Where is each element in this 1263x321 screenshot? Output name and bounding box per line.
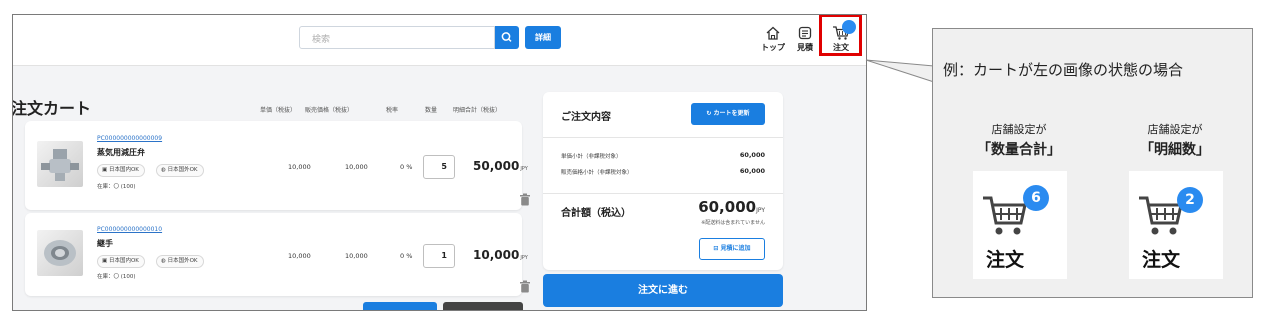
bottom-button-primary[interactable] [363, 302, 437, 310]
tag-domestic: ▣ 日本国内OK [97, 255, 145, 268]
cart-icon [983, 196, 1027, 235]
tag-overseas-label: 日本国外OK [167, 167, 198, 173]
cart-count-badge: 2 [1177, 187, 1203, 213]
tax-rate: 0 % [400, 163, 413, 171]
highlight-box [819, 15, 862, 56]
explanation-callout: 例：カートが左の画像の状態の場合 店舗設定が 「数量合計」 店舗設定が 「明細数… [932, 28, 1253, 298]
unit-price: 10,000 [288, 163, 311, 171]
bottom-button-secondary[interactable] [443, 302, 523, 310]
header: 検索 詳細 トップ 見積 注文 [13, 15, 866, 65]
tag-domestic-label: 日本国内OK [108, 258, 139, 264]
stock-status: 在庫：〇 (100) [97, 274, 136, 280]
sale-price: 10,000 [345, 163, 368, 171]
setting-label: 店舗設定が [1147, 123, 1203, 136]
flag-icon: ▣ [102, 167, 109, 173]
quote-icon: ⊟ [713, 245, 721, 252]
nav-top-label: トップ [761, 43, 785, 52]
search-icon [501, 32, 512, 42]
shipping-note: ※配送料は含まれていません [701, 220, 765, 226]
search-input[interactable]: 検索 [299, 26, 495, 49]
add-to-quote-button[interactable]: ⊟ 見積に追加 [699, 238, 765, 260]
product-image [37, 230, 83, 276]
callout-pointer [865, 59, 935, 83]
subtotal-sale-label: 販売価格小計（非課税対象） [561, 170, 633, 176]
cart-count-badge: 6 [1023, 185, 1049, 211]
col-header-tax-rate: 税率 [386, 107, 399, 114]
setting-value: 「明細数」 [1140, 142, 1210, 158]
product-code-link[interactable]: PC000000000000010 [97, 226, 162, 233]
nav-quote[interactable]: 見積 [789, 25, 821, 53]
col-header-sale-price: 販売価格（税抜） [305, 107, 354, 114]
cart-badge-example-quantity: 6 注文 [973, 171, 1067, 279]
product-name: 継手 [97, 239, 113, 248]
col-header-unit-price: 単価（税抜） [260, 107, 297, 114]
setting-label: 店舗設定が [991, 123, 1047, 136]
summary-title: ご注文内容 [561, 112, 611, 123]
flag-icon: ▣ [102, 258, 109, 264]
product-image [37, 141, 83, 187]
tax-rate: 0 % [400, 252, 413, 260]
line-total: 50,000JPY [473, 159, 528, 173]
order-label: 注文 [986, 249, 1025, 271]
search-button[interactable] [495, 26, 519, 49]
setting-quantity-total: 店舗設定が 「数量合計」 [959, 121, 1079, 159]
order-label: 注文 [1142, 249, 1181, 271]
page-title: 注文カート [12, 99, 92, 118]
total-currency: JPY [756, 207, 765, 214]
tag-domestic-label: 日本国内OK [108, 167, 139, 173]
currency-label: JPY [520, 166, 528, 172]
tag-overseas-label: 日本国外OK [167, 258, 198, 264]
setting-line-count: 店舗設定が 「明細数」 [1115, 121, 1235, 159]
total-amount: 60,000JPY [698, 198, 765, 216]
unit-price: 10,000 [288, 252, 311, 260]
refresh-icon: ↻ [706, 110, 714, 117]
tag-overseas: ◍ 日本国外OK [156, 164, 204, 177]
currency-label: JPY [520, 255, 528, 261]
line-total-value: 50,000 [473, 159, 520, 173]
setting-value: 「数量合計」 [977, 142, 1061, 158]
cart-screenshot: 検索 詳細 トップ 見積 注文 注文カート 単価（税抜） 販売価格（税抜） 税率… [12, 14, 867, 311]
subtotal-unit-label: 単価小計（非課税対象） [561, 154, 622, 160]
advanced-search-button[interactable]: 詳細 [525, 26, 561, 49]
subtotal-unit-value: 60,000 [739, 151, 765, 159]
sale-price: 10,000 [345, 252, 368, 260]
tag-domestic: ▣ 日本国内OK [97, 164, 145, 177]
cart-badge-example-lines: 2 注文 [1129, 171, 1223, 279]
quote-icon [798, 26, 812, 40]
quantity-input[interactable]: 5 [423, 155, 455, 179]
line-total-value: 10,000 [473, 248, 520, 262]
trash-icon[interactable] [519, 193, 531, 206]
trash-icon[interactable] [519, 280, 531, 293]
product-code-link[interactable]: PC000000000000009 [97, 135, 162, 142]
add-to-quote-label: 見積に追加 [720, 245, 751, 252]
cart-item-card: PC000000000000010 継手 ▣ 日本国内OK ◍ 日本国外OK 在… [25, 213, 530, 296]
cart-item-card: PC000000000000009 蒸気用減圧弁 ▣ 日本国内OK ◍ 日本国外… [25, 121, 530, 210]
col-header-quantity: 数量 [425, 107, 438, 114]
col-header-line-total: 明細合計（税抜） [453, 107, 502, 114]
refresh-cart-button[interactable]: ↻ カートを更新 [691, 103, 765, 125]
total-label: 合計額（税込） [561, 208, 631, 219]
callout-heading: 例：カートが左の画像の状態の場合 [943, 61, 1184, 79]
tag-overseas: ◍ 日本国外OK [156, 255, 204, 268]
nav-quote-label: 見積 [797, 43, 813, 52]
home-icon [766, 26, 780, 40]
divider [543, 137, 783, 138]
stock-status: 在庫：〇 (100) [97, 184, 136, 190]
total-value: 60,000 [698, 198, 757, 216]
nav-top[interactable]: トップ [757, 25, 789, 53]
subtotal-sale-value: 60,000 [739, 167, 765, 175]
product-name: 蒸気用減圧弁 [97, 148, 145, 157]
refresh-cart-label: カートを更新 [713, 110, 750, 117]
line-total: 10,000JPY [473, 248, 528, 262]
divider [543, 193, 783, 194]
order-summary-panel: ご注文内容 ↻ カートを更新 単価小計（非課税対象） 60,000 販売価格小計… [543, 92, 783, 270]
quantity-input[interactable]: 1 [423, 244, 455, 268]
proceed-to-order-button[interactable]: 注文に進む [543, 274, 783, 307]
